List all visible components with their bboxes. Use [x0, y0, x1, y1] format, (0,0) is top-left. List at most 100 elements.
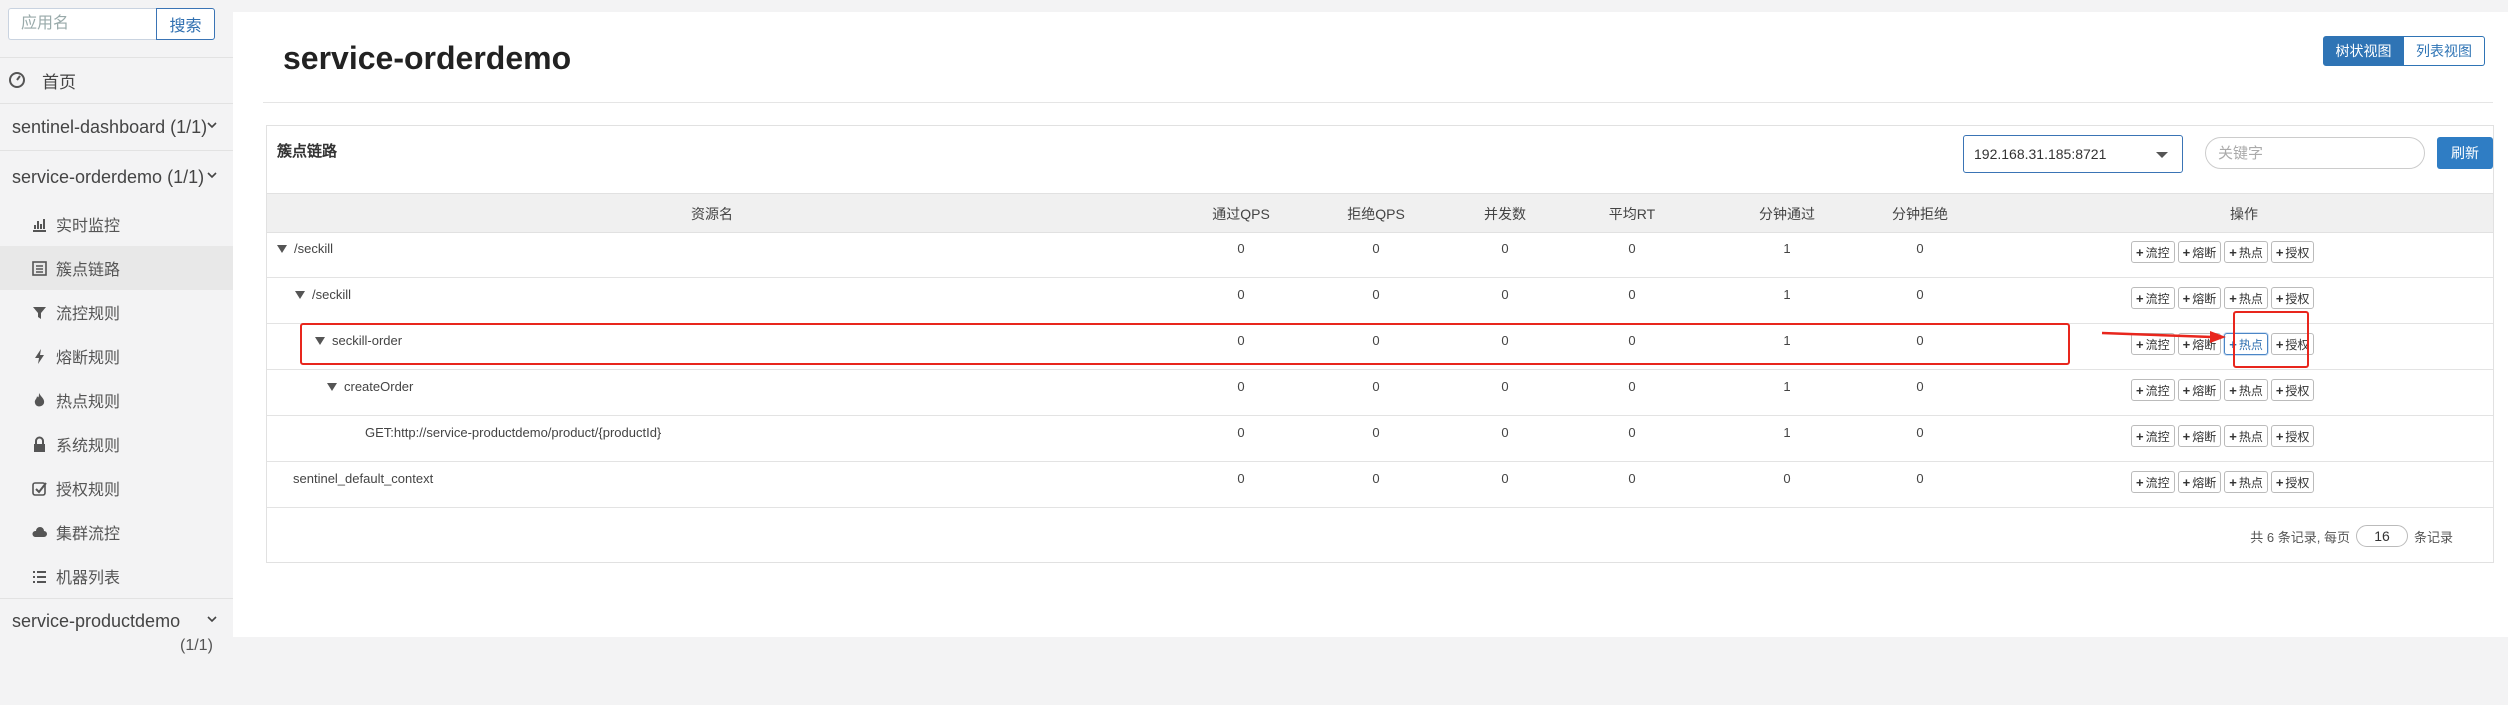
row-actions: + 流控 + 熔断 + 热点 + 授权 [2131, 241, 2315, 263]
plus-icon: + [2182, 244, 2191, 260]
menu-auth-rules[interactable]: 授权规则 [0, 466, 233, 510]
hotspot-button[interactable]: + 热点 [2224, 379, 2268, 401]
metric-threads: 0 [1501, 241, 1509, 256]
degrade-button[interactable]: + 熔断 [2177, 379, 2222, 401]
chevron-down-icon [207, 616, 217, 623]
plus-icon: + [2229, 244, 2237, 260]
degrade-button[interactable]: + 熔断 [2177, 241, 2222, 263]
metric-block-qps: 0 [1372, 425, 1380, 440]
auth-button[interactable]: + 授权 [2270, 241, 2315, 263]
column-header: 操作 [2230, 206, 2258, 222]
expand-caret-icon[interactable] [295, 290, 305, 299]
plus-icon: + [2136, 428, 2144, 444]
action-label: 熔断 [2192, 383, 2217, 398]
column-header: 资源名 [691, 206, 733, 222]
expand-caret-icon[interactable] [277, 244, 287, 253]
column-header: 通过QPS [1212, 206, 1270, 222]
hotspot-button[interactable]: + 热点 [2224, 425, 2268, 447]
menu-hotspot-rules[interactable]: 热点规则 [0, 378, 233, 422]
menu-realtime-monitor[interactable]: 实时监控 [0, 202, 233, 246]
highlight-box-hotspot-button [2233, 311, 2309, 368]
annotation-arrow-icon [2101, 331, 2226, 343]
pager-suffix: 条记录 [2413, 529, 2453, 545]
degrade-button[interactable]: + 熔断 [2177, 425, 2222, 447]
chevron-down-icon [207, 122, 217, 129]
hotspot-button[interactable]: + 热点 [2224, 287, 2268, 309]
list-view-button[interactable]: 列表视图 [2404, 36, 2485, 66]
column-header: 分钟拒绝 [1892, 206, 1948, 222]
action-label: 授权 [2285, 475, 2310, 490]
sidebar-divider [0, 598, 233, 599]
row-actions: + 流控 + 熔断 + 热点 + 授权 [2131, 287, 2315, 309]
resource-name-cell[interactable]: /seckill [295, 287, 351, 302]
resource-name-cell[interactable]: /seckill [277, 241, 333, 256]
menu-flow-rules[interactable]: 流控规则 [0, 290, 233, 334]
expand-caret-icon[interactable] [327, 382, 337, 391]
app-service-orderdemo[interactable]: service-orderdemo (1/1) [12, 167, 218, 188]
plus-icon: + [2275, 244, 2284, 260]
auth-button[interactable]: + 授权 [2270, 287, 2315, 309]
menu-label: 系统规则 [56, 438, 121, 455]
table-row: /seckill 0 0 0 0 1 0 + 流控 + 熔断 + 热点 + 授权 [267, 277, 2493, 324]
machine-select[interactable]: 192.168.31.185:8721 [1963, 135, 2183, 173]
resource-name-cell[interactable]: createOrder [327, 379, 413, 394]
resource-name-cell[interactable]: sentinel_default_context [293, 471, 433, 486]
menu-machine-list[interactable]: 机器列表 [0, 554, 233, 598]
metric-rt: 0 [1628, 287, 1636, 302]
action-label: 熔断 [2192, 245, 2217, 260]
metric-threads: 0 [1501, 379, 1509, 394]
app-search-button[interactable]: 搜索 [156, 8, 215, 40]
app-sentinel-dashboard[interactable]: sentinel-dashboard (1/1) [12, 117, 218, 138]
app-name: service-orderdemo [12, 167, 163, 187]
flow-control-button[interactable]: + 流控 [2131, 287, 2175, 309]
menu-label: 集群流控 [56, 526, 121, 543]
keyword-input[interactable] [2205, 137, 2425, 169]
metric-rt: 0 [1628, 379, 1636, 394]
plus-icon: + [2136, 474, 2144, 490]
flow-control-button[interactable]: + 流控 [2131, 241, 2175, 263]
action-label: 授权 [2285, 245, 2310, 260]
plus-icon: + [2229, 382, 2237, 398]
metric-min-pass: 1 [1783, 425, 1791, 440]
flow-control-button[interactable]: + 流控 [2131, 471, 2175, 493]
footer-area [233, 637, 2508, 705]
auth-button[interactable]: + 授权 [2270, 379, 2315, 401]
plus-icon: + [2136, 244, 2144, 260]
flow-control-button[interactable]: + 流控 [2131, 425, 2175, 447]
refresh-button[interactable]: 刷新 [2437, 137, 2493, 169]
plus-icon: + [2182, 382, 2191, 398]
resource-name-cell[interactable]: GET:http://service-productdemo/product/{… [365, 425, 661, 440]
table-header: 资源名 通过QPS 拒绝QPS 并发数 平均RT 分钟通过 分钟拒绝 操作 [267, 193, 2493, 233]
auth-button[interactable]: + 授权 [2270, 425, 2315, 447]
flow-control-button[interactable]: + 流控 [2131, 379, 2175, 401]
app-count: (1/1) [167, 167, 205, 187]
metric-threads: 0 [1501, 287, 1509, 302]
sidebar: 搜索 首页 sentinel-dashboard (1/1) service-o… [0, 0, 233, 705]
nav-home[interactable]: 首页 [8, 66, 76, 94]
column-header: 分钟通过 [1759, 206, 1815, 222]
plus-icon: + [2275, 382, 2284, 398]
degrade-button[interactable]: + 熔断 [2177, 287, 2222, 309]
hotspot-button[interactable]: + 热点 [2224, 471, 2268, 493]
app-service-productdemo[interactable]: service-productdemo [12, 611, 218, 632]
menu-degrade-rules[interactable]: 熔断规则 [0, 334, 233, 378]
degrade-button[interactable]: + 熔断 [2177, 471, 2222, 493]
menu-system-rules[interactable]: 系统规则 [0, 422, 233, 466]
column-header: 拒绝QPS [1347, 206, 1405, 222]
app-count: (1/1) [170, 117, 208, 137]
action-label: 热点 [2238, 383, 2263, 398]
tree-view-button[interactable]: 树状视图 [2323, 36, 2404, 66]
plus-icon: + [2275, 290, 2284, 306]
page-size-input[interactable]: 16 [2355, 525, 2408, 547]
menu-label: 热点规则 [56, 394, 121, 411]
menu-cluster-flow[interactable]: 集群流控 [0, 510, 233, 554]
plus-icon: + [2275, 428, 2284, 444]
auth-button[interactable]: + 授权 [2270, 471, 2315, 493]
hotspot-button[interactable]: + 热点 [2224, 241, 2268, 263]
action-label: 流控 [2145, 429, 2170, 444]
app-search-input[interactable] [8, 8, 156, 40]
action-label: 授权 [2285, 383, 2310, 398]
metric-threads: 0 [1501, 471, 1509, 486]
menu-cluster-point-chain[interactable]: 簇点链路 [0, 246, 233, 290]
cloud-icon [32, 526, 47, 537]
